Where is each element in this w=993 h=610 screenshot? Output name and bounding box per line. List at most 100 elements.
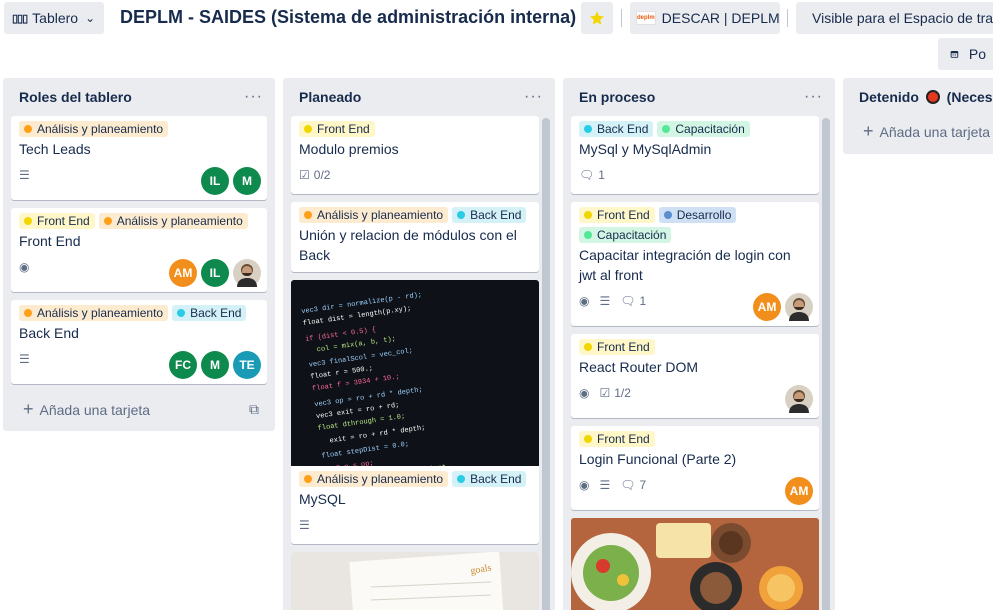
card-mysql-admin[interactable]: Back End Capacitación MySql y MySqlAdmin… <box>571 116 819 194</box>
label-back-end: Back End <box>579 121 654 137</box>
card-modulo-premios[interactable]: Front End Modulo premios ☑ 0/2 <box>291 116 539 194</box>
add-card-button[interactable]: + Añada una tarjeta <box>843 116 993 146</box>
avatar[interactable]: IL <box>201 167 229 195</box>
description-icon: ☰ <box>299 518 310 532</box>
card-cover-notebook-image: goals <box>291 552 539 610</box>
description-icon: ☰ <box>599 294 611 308</box>
board-view-switcher[interactable]: ▯▯▯ Tablero ⌄ <box>4 2 104 34</box>
label-analisis: Análisis y planeamiento <box>299 471 449 487</box>
list-header: En proceso ··· <box>563 78 835 116</box>
board-header: ▯▯▯ Tablero ⌄ DEPLM - SAIDES (Sistema de… <box>0 0 993 72</box>
label-analisis: Análisis y planeamiento <box>19 305 169 321</box>
list-menu-icon[interactable]: ··· <box>244 88 263 106</box>
comment-icon: 🗨 <box>620 478 636 492</box>
label-analisis: Análisis y planeamiento <box>299 207 449 223</box>
card-food[interactable] <box>571 518 819 610</box>
list-header: Planeado ··· <box>283 78 555 116</box>
avatar[interactable]: TE <box>233 351 261 379</box>
checklist-icon: ☑ <box>299 168 310 182</box>
list-title[interactable]: En proceso <box>579 89 655 105</box>
description-icon: ☰ <box>19 168 30 182</box>
card-title: Tech Leads <box>19 141 91 157</box>
label-back-end: Back End <box>452 471 527 487</box>
list-planeado: Planeado ··· Front End Modulo premios ☑ 0… <box>283 78 555 610</box>
avatar[interactable]: IL <box>201 259 229 287</box>
comments-badge: 🗨 7 <box>620 478 647 492</box>
template-icon[interactable]: ⧉ <box>249 401 259 418</box>
card-login-funcional[interactable]: Front End Login Funcional (Parte 2) ◉ ☰ … <box>571 426 819 510</box>
star-icon <box>590 11 604 25</box>
checklist-badge: ☑ 1/2 <box>599 386 631 400</box>
card-union-modulos[interactable]: Análisis y planeamiento Back End Unión y… <box>291 202 539 272</box>
card-cover-code-image: vec3 dir = normalize(p - rd); float dist… <box>291 280 539 466</box>
avatar-photo[interactable] <box>785 293 813 321</box>
label-capacitacion: Capacitación <box>579 227 672 243</box>
label-front-end: Front End <box>19 213 95 229</box>
comments-badge: 🗨 1 <box>620 294 647 308</box>
stop-circle-icon <box>925 90 940 104</box>
avatar[interactable]: AM <box>753 293 781 321</box>
list-scrollbar[interactable] <box>822 118 830 610</box>
comment-icon: 🗨 <box>579 168 595 182</box>
visibility-label: Visible para el Espacio de trabajo <box>812 10 993 26</box>
workspace-logo: deplm <box>636 11 656 25</box>
list-menu-icon[interactable]: ··· <box>524 88 543 106</box>
watch-eye-icon: ◉ <box>579 294 590 308</box>
board-title[interactable]: DEPLM - SAIDES (Sistema de administració… <box>120 7 576 28</box>
list-title[interactable]: Planeado <box>299 89 361 105</box>
avatar[interactable]: M <box>201 351 229 379</box>
list-detenido: Detenido (Necesita +Añada una tarjeta <box>843 78 993 154</box>
list-scrollbar[interactable] <box>542 118 550 610</box>
label-front-end: Front End <box>299 121 375 137</box>
power-up-calendar-button[interactable]: Po <box>938 38 993 70</box>
card-notebook[interactable]: goals <box>291 552 539 610</box>
avatar-photo[interactable] <box>785 385 813 413</box>
card-title: Modulo premios <box>299 141 399 157</box>
label-analisis: Análisis y planeamiento <box>98 213 248 229</box>
card-tech-leads[interactable]: Análisis y planeamiento Tech Leads ☰ IL … <box>11 116 267 200</box>
label-front-end: Front End <box>579 431 655 447</box>
card-title: React Router DOM <box>579 359 699 375</box>
card-mysql[interactable]: vec3 dir = normalize(p - rd); float dist… <box>291 280 539 544</box>
list-title[interactable]: Roles del tablero <box>19 89 132 105</box>
avatar[interactable]: FC <box>169 351 197 379</box>
card-front-end[interactable]: Front End Análisis y planeamiento Front … <box>11 208 267 292</box>
label-front-end: Front End <box>579 339 655 355</box>
card-title: Login Funcional (Parte 2) <box>579 451 737 467</box>
avatar[interactable]: AM <box>169 259 197 287</box>
card-react-router[interactable]: Front End React Router DOM ◉ ☑ 1/2 <box>571 334 819 418</box>
description-icon: ☰ <box>19 352 30 366</box>
visibility-button[interactable]: Visible para el Espacio de trabajo <box>796 2 993 34</box>
star-button[interactable] <box>581 2 613 34</box>
list-menu-icon[interactable]: ··· <box>804 88 823 106</box>
board-icon: ▯▯▯ <box>12 12 28 25</box>
workspace-button[interactable]: deplm DESCAR | DEPLM <box>630 2 780 34</box>
watch-eye-icon: ◉ <box>19 260 30 274</box>
card-back-end[interactable]: Análisis y planeamiento Back End Back En… <box>11 300 267 384</box>
chevron-down-icon: ⌄ <box>85 11 96 25</box>
card-cover-food-image <box>571 518 819 610</box>
label-desarrollo: Desarrollo <box>658 207 737 223</box>
list-en-proceso: En proceso ··· Back End Capacitación MyS… <box>563 78 835 610</box>
watch-eye-icon: ◉ <box>579 478 590 492</box>
label-capacitacion: Capacitación <box>657 121 750 137</box>
card-title: Unión y relacion de módulos con el Back <box>299 227 517 263</box>
avatar[interactable]: M <box>233 167 261 195</box>
avatar-photo[interactable] <box>233 259 261 287</box>
avatar[interactable]: AM <box>785 477 813 505</box>
card-title: Back End <box>19 325 79 341</box>
card-title: MySql y MySqlAdmin <box>579 141 712 157</box>
header-divider <box>787 9 788 27</box>
card-capacitar-login[interactable]: Front End Desarrollo Capacitación Capaci… <box>571 202 819 326</box>
view-label: Tablero <box>32 10 79 26</box>
description-icon: ☰ <box>599 478 611 492</box>
list-roles: Roles del tablero ··· Análisis y planeam… <box>3 78 275 431</box>
card-title: Capacitar integración de login con jwt a… <box>579 247 791 283</box>
list-title[interactable]: Detenido (Necesita <box>859 89 993 105</box>
card-title: MySQL <box>299 491 346 507</box>
add-card-button[interactable]: + Añada una tarjeta ⧉ <box>3 392 275 426</box>
label-back-end: Back End <box>452 207 527 223</box>
header-divider <box>621 9 622 27</box>
plus-icon: + <box>23 398 34 419</box>
calendar-icon <box>950 50 959 58</box>
